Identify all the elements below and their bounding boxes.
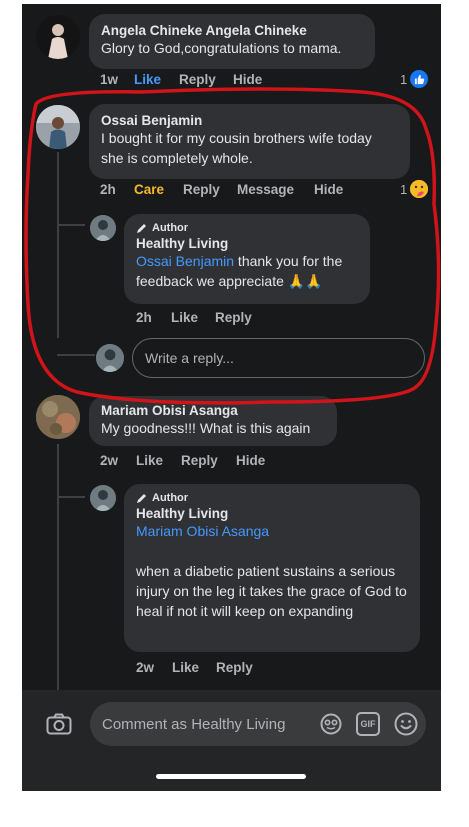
camera-icon[interactable] [46,713,72,735]
gif-label: GIF [360,719,376,729]
emoji-icon[interactable] [394,712,418,736]
home-indicator [156,774,306,779]
comments-screen: Angela Chineke Angela Chineke Glory to G… [22,4,441,791]
comment-input-placeholder: Comment as Healthy Living [102,715,286,733]
comment-input[interactable]: Comment as Healthy Living GIF [90,702,426,746]
bottom-margin [0,791,469,827]
sticker-icon[interactable] [320,713,342,735]
comment-composer: Comment as Healthy Living GIF [22,690,441,791]
gif-icon[interactable]: GIF [356,712,380,736]
red-annotation-outline [24,87,441,405]
